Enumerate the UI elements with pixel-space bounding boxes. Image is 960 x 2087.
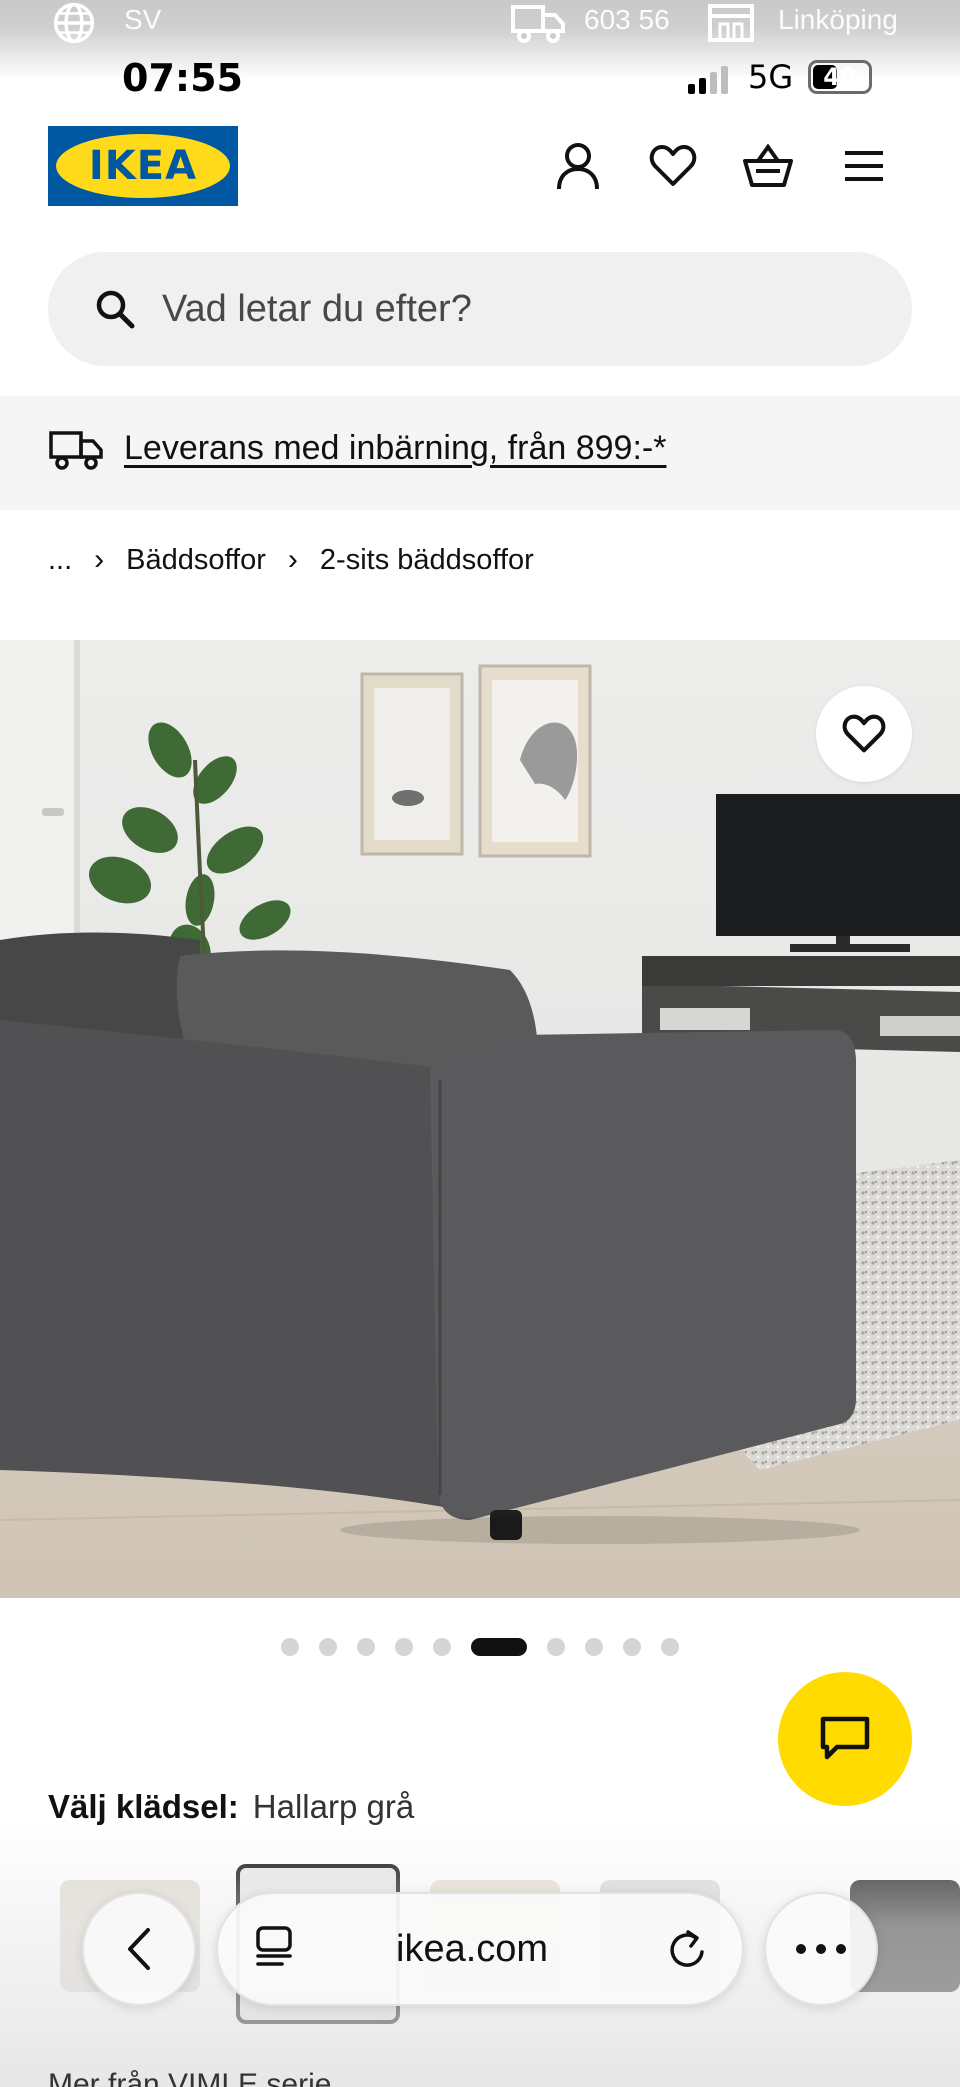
chevron-left-icon <box>128 1928 150 1970</box>
ellipsis-icon <box>796 1944 846 1954</box>
cart-icon[interactable] <box>738 136 798 196</box>
reload-icon[interactable] <box>666 1926 712 1972</box>
carousel-dot[interactable] <box>433 1638 451 1656</box>
chat-icon <box>820 1716 870 1760</box>
favourites-icon[interactable] <box>643 136 703 196</box>
more-options-button[interactable] <box>764 1892 878 2006</box>
carousel-dot[interactable] <box>357 1638 375 1656</box>
language-label[interactable]: SV <box>124 4 161 36</box>
ikea-logo[interactable]: IKEA <box>48 126 238 206</box>
carousel-dot[interactable] <box>661 1638 679 1656</box>
delivery-link[interactable]: Leverans med inbärning, från 899:-* <box>124 396 666 500</box>
delivery-banner: Leverans med inbärning, från 899:-* <box>0 396 960 510</box>
postal-code[interactable]: 603 56 <box>584 4 670 36</box>
address-bar[interactable]: ikea.com <box>216 1892 744 2006</box>
carousel-dot[interactable] <box>547 1638 565 1656</box>
battery-level: 40 <box>823 63 857 91</box>
network-type: 5G <box>748 58 794 96</box>
product-image[interactable] <box>0 640 960 1598</box>
search-icon <box>94 288 138 332</box>
globe-icon[interactable] <box>50 2 102 44</box>
signal-icon <box>686 64 730 94</box>
heart-icon <box>842 714 886 753</box>
chevron-right-icon: › <box>94 543 105 576</box>
delivery-truck-icon[interactable] <box>510 2 566 46</box>
chevron-right-icon: › <box>287 543 298 576</box>
logo-text: IKEA <box>88 143 198 189</box>
account-icon[interactable] <box>548 136 608 196</box>
delivery-truck-icon <box>48 428 104 472</box>
carousel-dot[interactable] <box>319 1638 337 1656</box>
carousel-dot[interactable] <box>281 1638 299 1656</box>
breadcrumb: ... › Bäddsoffor › 2-sits bäddsoffor <box>48 540 534 580</box>
store-name[interactable]: Linköping <box>778 4 898 36</box>
carousel-dot-active[interactable] <box>471 1638 527 1656</box>
breadcrumb-ellipsis[interactable]: ... <box>48 544 72 577</box>
series-heading: Mer från VIMLE serie <box>48 2068 332 2087</box>
carousel-dot[interactable] <box>585 1638 603 1656</box>
carousel-dot[interactable] <box>623 1638 641 1656</box>
breadcrumb-item-sofa-beds[interactable]: Bäddsoffor <box>126 544 266 577</box>
store-icon[interactable] <box>706 2 756 44</box>
search-input[interactable]: Vad letar du efter? <box>48 252 912 366</box>
back-button[interactable] <box>82 1892 196 2006</box>
battery-indicator: 40 <box>808 60 872 94</box>
carousel-dots <box>0 1636 960 1658</box>
carousel-dot[interactable] <box>395 1638 413 1656</box>
chat-button[interactable] <box>778 1672 912 1806</box>
status-time: 07:55 <box>122 56 243 100</box>
breadcrumb-item-2-seat-sofa-beds[interactable]: 2-sits bäddsoffor <box>320 544 534 577</box>
favourite-button[interactable] <box>816 686 912 782</box>
search-placeholder: Vad letar du efter? <box>162 288 472 330</box>
reader-tabs-icon[interactable] <box>252 1924 302 1974</box>
top-status-area: SV 603 56 Linköping 07:55 5G 40 <box>0 0 960 100</box>
menu-icon[interactable] <box>834 136 894 196</box>
url-host: ikea.com <box>396 1928 549 1970</box>
